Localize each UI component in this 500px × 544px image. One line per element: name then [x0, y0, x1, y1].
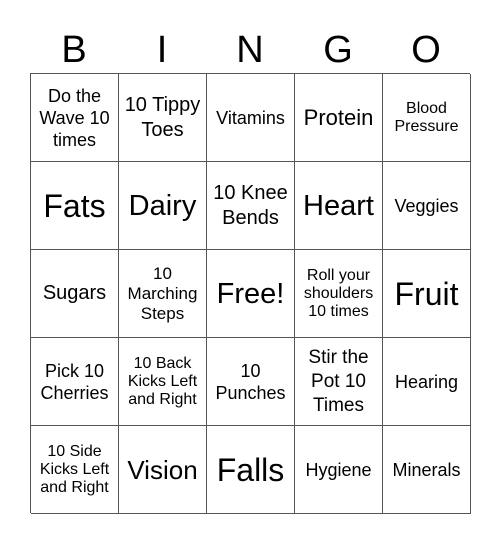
bingo-cell[interactable]: Vitamins	[207, 74, 295, 162]
bingo-cell free-space[interactable]: Free!	[207, 250, 295, 338]
bingo-cell[interactable]: Vision	[119, 426, 207, 514]
bingo-cell[interactable]: Stir the Pot 10 Times	[295, 338, 383, 426]
bingo-cell[interactable]: Veggies	[383, 162, 471, 250]
bingo-cell[interactable]: 10 Side Kicks Left and Right	[31, 426, 119, 514]
bingo-cell[interactable]: 10 Punches	[207, 338, 295, 426]
bingo-cell[interactable]: Fats	[31, 162, 119, 250]
bingo-cell[interactable]: 10 Marching Steps	[119, 250, 207, 338]
bingo-cell[interactable]: Fruit	[383, 250, 471, 338]
bingo-cell[interactable]: Do the Wave 10 times	[31, 74, 119, 162]
bingo-cell[interactable]: Pick 10 Cherries	[31, 338, 119, 426]
bingo-card-grid: Do the Wave 10 times 10 Tippy Toes Vitam…	[30, 73, 471, 514]
bingo-cell[interactable]: Hearing	[383, 338, 471, 426]
bingo-cell[interactable]: Blood Pressure	[383, 74, 471, 162]
bingo-cell[interactable]: 10 Knee Bends	[207, 162, 295, 250]
bingo-cell[interactable]: Sugars	[31, 250, 119, 338]
header-letter-o: O	[411, 29, 441, 71]
bingo-cell[interactable]: Hygiene	[295, 426, 383, 514]
bingo-cell[interactable]: Falls	[207, 426, 295, 514]
header-letter-i: I	[156, 29, 168, 71]
bingo-header: B I N G O	[30, 28, 470, 73]
bingo-cell[interactable]: 10 Back Kicks Left and Right	[119, 338, 207, 426]
header-letter-b: B	[61, 29, 87, 71]
bingo-cell[interactable]: Roll your shoulders 10 times	[295, 250, 383, 338]
bingo-cell[interactable]: Minerals	[383, 426, 471, 514]
bingo-cell[interactable]: Protein	[295, 74, 383, 162]
bingo-cell[interactable]: Dairy	[119, 162, 207, 250]
bingo-cell[interactable]: Heart	[295, 162, 383, 250]
bingo-cell[interactable]: 10 Tippy Toes	[119, 74, 207, 162]
header-letter-g: G	[323, 29, 353, 71]
header-letter-n: N	[236, 29, 264, 71]
